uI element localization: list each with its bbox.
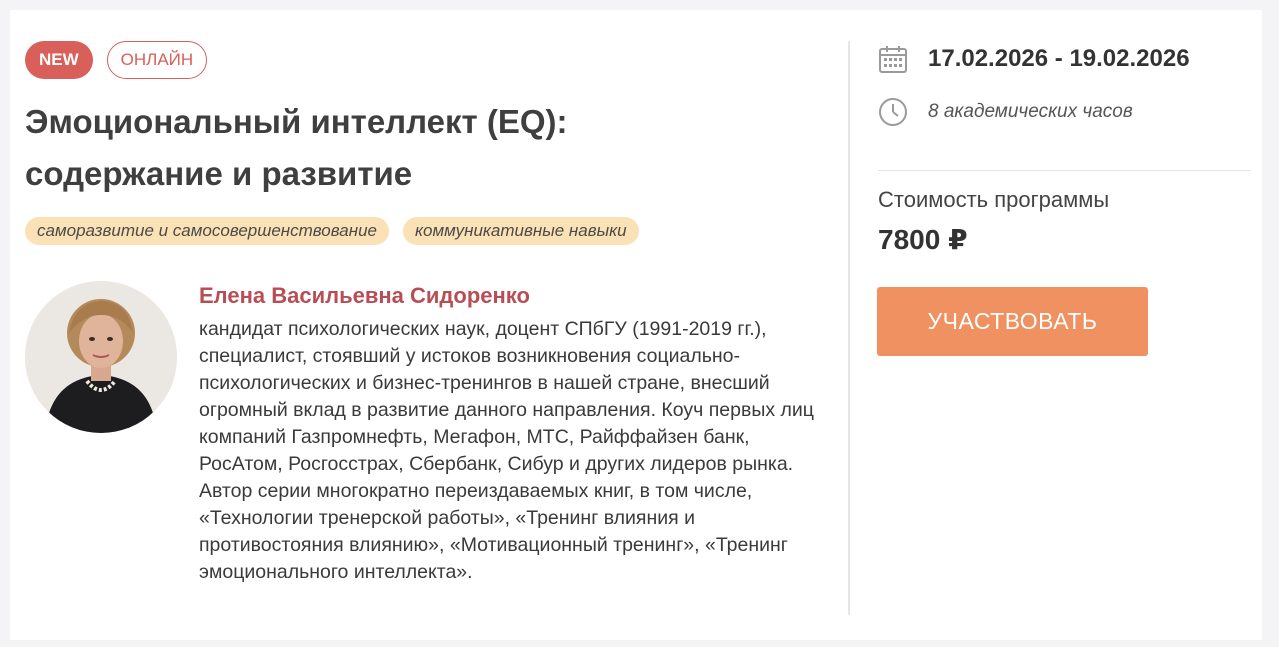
participate-button[interactable]: УЧАСТВОВАТЬ (877, 287, 1148, 356)
online-badge: ОНЛАЙН (106, 41, 208, 79)
calendar-icon (878, 42, 912, 76)
hours-row: 8 академических часов (878, 95, 1133, 129)
teacher-bio: кандидат психологических наук, доцент СП… (199, 318, 814, 583)
tag-communication[interactable]: коммуникативные навыки (402, 217, 639, 245)
column-divider (848, 41, 850, 615)
course-dates: 17.02.2026 - 19.02.2026 (928, 45, 1190, 72)
badges: NEW ОНЛАЙН (25, 41, 208, 79)
clock-icon (878, 95, 912, 129)
tag-self-development[interactable]: саморазвитие и самосовершенствование (25, 217, 389, 245)
teacher-name[interactable]: Елена Васильевна Сидоренко (199, 283, 530, 309)
meta-divider (878, 170, 1251, 171)
course-title[interactable]: Эмоциональный интеллект (EQ): содержание… (25, 96, 705, 200)
course-card: NEW ОНЛАЙН Эмоциональный интеллект (EQ):… (10, 10, 1262, 640)
course-hours: 8 академических часов (928, 101, 1133, 122)
new-badge: NEW (25, 41, 93, 79)
tag-list: саморазвитие и самосовершенствование ком… (25, 217, 639, 245)
teacher-portrait (25, 281, 177, 433)
price-value: 7800 ₽ (878, 224, 968, 255)
price-label: Стоимость программы (878, 187, 1110, 212)
dates-row: 17.02.2026 - 19.02.2026 (878, 42, 1190, 76)
teacher-avatar (25, 281, 177, 433)
